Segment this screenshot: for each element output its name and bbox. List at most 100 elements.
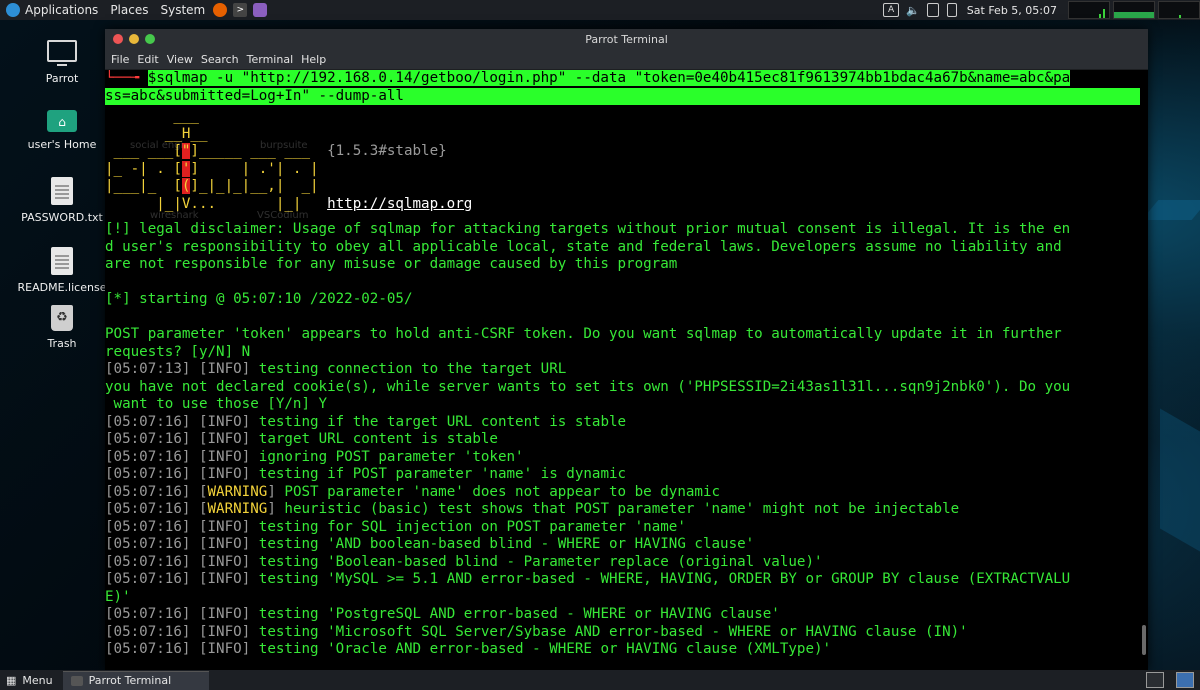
cookie-prompt-line: want to use those [Y/n] Y bbox=[105, 396, 328, 412]
home-folder-icon: ⌂ bbox=[47, 110, 77, 132]
sqlmap-logo-line: |_ -| . ['] | .'| . | bbox=[105, 160, 319, 177]
desktop-icon-label: README.license bbox=[17, 281, 107, 294]
firefox-icon[interactable] bbox=[213, 3, 228, 17]
log-line: [05:07:16] [INFO] testing 'Microsoft SQL… bbox=[105, 623, 968, 640]
taskbar-item-terminal[interactable]: Parrot Terminal bbox=[62, 670, 209, 690]
text-file-icon bbox=[51, 177, 73, 205]
csrf-prompt-line: POST parameter 'token' appears to hold a… bbox=[105, 326, 1062, 342]
legal-disclaimer-line: [!] legal disclaimer: Usage of sqlmap fo… bbox=[105, 221, 1071, 237]
ghost-label: social engi bbox=[130, 140, 184, 151]
log-line: [05:07:16] [INFO] testing for SQL inject… bbox=[105, 518, 686, 535]
terminal-output[interactable]: └──╼ $sqlmap -u "http://192.168.0.14/get… bbox=[105, 70, 1140, 670]
text-file-icon bbox=[51, 247, 73, 275]
places-label: Places bbox=[110, 3, 149, 17]
cpu-graph bbox=[1068, 1, 1110, 19]
window-titlebar[interactable]: Parrot Terminal bbox=[105, 29, 1148, 49]
maximize-window-button[interactable] bbox=[145, 34, 155, 44]
battery-icon[interactable] bbox=[946, 3, 957, 17]
system-menu[interactable]: System bbox=[154, 0, 211, 20]
show-desktop-icon[interactable] bbox=[1176, 672, 1194, 688]
wallpaper-shard bbox=[1160, 408, 1200, 552]
prompt-arrow-icon: └──╼ bbox=[105, 70, 148, 86]
bottom-panel: ▦ Menu Parrot Terminal bbox=[0, 670, 1200, 690]
sqlmap-url-link[interactable]: http://sqlmap.org bbox=[327, 196, 472, 212]
terminal-scrollbar[interactable] bbox=[1140, 70, 1148, 670]
wallpaper-shard bbox=[1141, 200, 1200, 220]
minimize-window-button[interactable] bbox=[129, 34, 139, 44]
log-line-warning: [05:07:16] [WARNING] POST parameter 'nam… bbox=[105, 483, 721, 500]
csrf-prompt-line: requests? [y/N] N bbox=[105, 343, 251, 360]
places-menu[interactable]: Places bbox=[104, 0, 154, 20]
menu-help[interactable]: Help bbox=[301, 53, 326, 66]
desktop-icon-password-file[interactable]: PASSWORD.txt bbox=[14, 177, 110, 224]
app-launcher-icon[interactable] bbox=[253, 3, 268, 17]
log-line: [05:07:16] [INFO] testing 'AND boolean-b… bbox=[105, 536, 755, 552]
trash-icon: ♻ bbox=[51, 305, 73, 331]
log-line: [05:07:16] [INFO] testing 'PostgreSQL AN… bbox=[105, 606, 780, 622]
computer-icon bbox=[47, 40, 77, 66]
log-line: [05:07:16] [INFO] testing 'MySQL >= 5.1 … bbox=[105, 571, 1071, 587]
sqlmap-logo-line: ___ bbox=[105, 108, 199, 124]
log-line: [05:07:16] [INFO] testing 'Oracle AND er… bbox=[105, 641, 832, 657]
terminal-window[interactable]: Parrot Terminal File Edit View Search Te… bbox=[105, 29, 1148, 670]
ghost-label: VSCodium bbox=[257, 210, 309, 221]
prompt-symbol: $ bbox=[147, 70, 157, 86]
close-window-button[interactable] bbox=[113, 34, 123, 44]
network-graph bbox=[1158, 1, 1200, 19]
terminal-launcher-icon[interactable]: > bbox=[233, 3, 248, 17]
menu-terminal[interactable]: Terminal bbox=[247, 53, 294, 66]
menu-search[interactable]: Search bbox=[201, 53, 239, 66]
log-line: [05:07:16] [INFO] target URL content is … bbox=[105, 431, 498, 447]
log-line: [05:07:16] [INFO] ignoring POST paramete… bbox=[105, 448, 524, 465]
desktop-icon-readme-file[interactable]: README.license bbox=[14, 247, 110, 294]
command-text: sqlmap -u "http://192.168.0.14/getboo/lo… bbox=[156, 70, 1071, 86]
desktop-icon-label: user's Home bbox=[27, 138, 97, 151]
log-line-warning: [05:07:16] [WARNING] heuristic (basic) t… bbox=[105, 501, 960, 517]
memory-graph bbox=[1113, 1, 1155, 19]
starting-line: [*] starting @ 05:07:10 /2022-02-05/ bbox=[105, 291, 413, 307]
log-line: [05:07:16] [INFO] testing if the target … bbox=[105, 413, 627, 430]
volume-icon[interactable]: 🔈 bbox=[906, 4, 920, 17]
cookie-prompt-line: you have not declared cookie(s), while s… bbox=[105, 378, 1071, 395]
desktop-icon-parrot[interactable]: Parrot bbox=[14, 40, 110, 85]
desktop-icon-label: Trash bbox=[47, 337, 77, 350]
log-line: [05:07:16] [INFO] testing if POST parame… bbox=[105, 466, 627, 482]
menu-button[interactable]: ▦ Menu bbox=[0, 674, 53, 687]
parrot-logo-icon bbox=[6, 3, 20, 17]
sqlmap-version: {1.5.3#stable} bbox=[327, 143, 447, 159]
desktop-icon-label: PASSWORD.txt bbox=[21, 211, 103, 224]
menu-edit[interactable]: Edit bbox=[137, 53, 158, 66]
applications-menu[interactable]: Applications bbox=[0, 0, 104, 20]
legal-disclaimer-line: d user's responsibility to obey all appl… bbox=[105, 238, 1062, 255]
desktop-icon-home[interactable]: ⌂ user's Home bbox=[14, 110, 110, 151]
terminal-menubar: File Edit View Search Terminal Help bbox=[105, 49, 1148, 70]
taskbar-item-label: Parrot Terminal bbox=[88, 674, 172, 687]
menu-file[interactable]: File bbox=[111, 53, 129, 66]
command-line-continued: ss=abc&submitted=Log+In" --dump-all bbox=[105, 87, 1140, 105]
sqlmap-logo-line: |___|_ [(]_|_|_|__,| _| bbox=[105, 178, 319, 194]
desktop-icon-label: Parrot bbox=[45, 72, 79, 85]
grid-icon: ▦ bbox=[6, 673, 17, 687]
window-title: Parrot Terminal bbox=[585, 32, 668, 46]
command-text-continued: ss=abc&submitted=Log+In" --dump-all bbox=[105, 87, 1140, 105]
clock[interactable]: Sat Feb 5, 05:07 bbox=[967, 4, 1057, 17]
log-line: [05:07:13] [INFO] testing connection to … bbox=[105, 361, 567, 377]
command-line: └──╼ $sqlmap -u "http://192.168.0.14/get… bbox=[105, 70, 1140, 88]
ghost-label: wireshark bbox=[150, 210, 199, 221]
menu-view[interactable]: View bbox=[167, 53, 193, 66]
workspace-switcher-icon[interactable] bbox=[1146, 672, 1164, 688]
applications-label: Applications bbox=[25, 3, 99, 17]
desktop-icon-trash[interactable]: ♻ Trash bbox=[14, 305, 110, 350]
system-label: System bbox=[160, 3, 206, 17]
terminal-icon bbox=[70, 675, 83, 686]
ghost-label: burpsuite bbox=[260, 140, 308, 151]
log-line-continued: E)' bbox=[105, 588, 131, 605]
menu-label: Menu bbox=[22, 673, 53, 687]
scrollbar-thumb[interactable] bbox=[1142, 625, 1146, 655]
display-icon[interactable] bbox=[926, 3, 939, 17]
keyboard-layout-icon[interactable]: A bbox=[883, 3, 900, 17]
legal-disclaimer-line: are not responsible for any misuse or da… bbox=[105, 256, 678, 272]
top-panel: Applications Places System > A 🔈 Sat Feb… bbox=[0, 0, 1200, 20]
